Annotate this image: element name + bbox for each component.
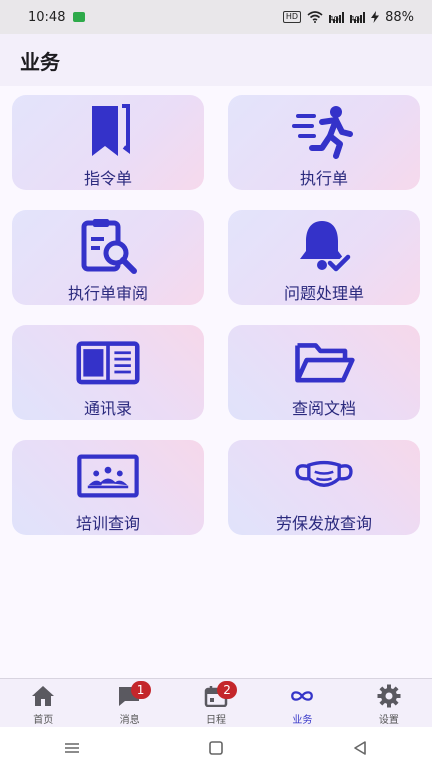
tile-labor-protection[interactable]: 劳保发放查询 [228, 440, 420, 535]
bookmark-icon [76, 101, 140, 161]
back-triangle-icon [354, 740, 366, 755]
charging-icon [371, 11, 380, 23]
nav-schedule[interactable]: 2 日程 [173, 679, 259, 727]
signal-icon: 4G [329, 11, 345, 23]
battery-level: 88% [385, 9, 414, 25]
tile-label: 培训查询 [75, 514, 140, 533]
bottom-nav: 首页 1 消息 2 日程 业务 设置 [0, 678, 432, 727]
message-badge: 1 [130, 681, 151, 699]
nav-label: 业务 [292, 715, 313, 726]
calendar-icon: 2 [203, 681, 238, 707]
tile-label: 执行单 [299, 169, 348, 188]
tile-label: 查阅文档 [291, 399, 356, 418]
system-nav-bar [0, 727, 432, 768]
hd-icon: HD [282, 11, 302, 23]
tile-execution-order[interactable]: 执行单 [228, 95, 420, 190]
tile-label: 劳保发放查询 [275, 514, 372, 533]
business-grid: 指令单 执行单 执行单审阅 问题处理单 通讯录 查阅文档 培训查询 劳保发放查询 [12, 95, 420, 535]
nav-label: 消息 [119, 715, 140, 726]
classroom-icon [76, 446, 140, 506]
folder-open-icon [292, 331, 356, 391]
tile-training[interactable]: 培训查询 [12, 440, 204, 535]
wifi-icon [307, 11, 323, 23]
nav-label: 首页 [33, 715, 54, 726]
nav-home[interactable]: 首页 [0, 679, 86, 727]
status-time: 10:48 [28, 9, 66, 25]
nav-settings[interactable]: 设置 [346, 679, 432, 727]
home-icon [30, 685, 56, 707]
message-icon: 1 [117, 681, 151, 707]
running-person-icon [292, 101, 356, 161]
clipboard-search-icon [76, 216, 140, 276]
tile-execution-review[interactable]: 执行单审阅 [12, 210, 204, 305]
tile-label: 问题处理单 [283, 284, 364, 303]
signal-icon-2: 4G [350, 11, 366, 23]
message-notification-icon [73, 12, 86, 22]
nav-business[interactable]: 业务 [259, 679, 345, 727]
infinity-icon [289, 685, 315, 707]
app-bar: 业务 [0, 34, 432, 86]
schedule-badge: 2 [217, 681, 238, 699]
square-icon [209, 740, 223, 755]
menu-icon [65, 742, 79, 753]
page-title: 业务 [20, 49, 60, 74]
tile-label: 通讯录 [83, 399, 132, 418]
tile-contacts[interactable]: 通讯录 [12, 325, 204, 420]
gear-icon [376, 684, 402, 708]
nav-label: 设置 [378, 715, 399, 726]
contacts-book-icon [76, 331, 140, 391]
tile-label: 执行单审阅 [67, 284, 148, 303]
tile-instruction-order[interactable]: 指令单 [12, 95, 204, 190]
menu-button[interactable] [52, 738, 92, 758]
nav-messages[interactable]: 1 消息 [86, 679, 172, 727]
back-button[interactable] [340, 738, 380, 758]
bell-check-icon [292, 216, 356, 276]
tile-documents[interactable]: 查阅文档 [228, 325, 420, 420]
face-mask-icon [292, 446, 356, 506]
home-button[interactable] [196, 738, 236, 758]
status-bar: 10:48 HD 4G 4G 88% [0, 0, 432, 34]
tile-label: 指令单 [83, 169, 132, 188]
tile-problem-handling[interactable]: 问题处理单 [228, 210, 420, 305]
nav-label: 日程 [206, 715, 227, 726]
